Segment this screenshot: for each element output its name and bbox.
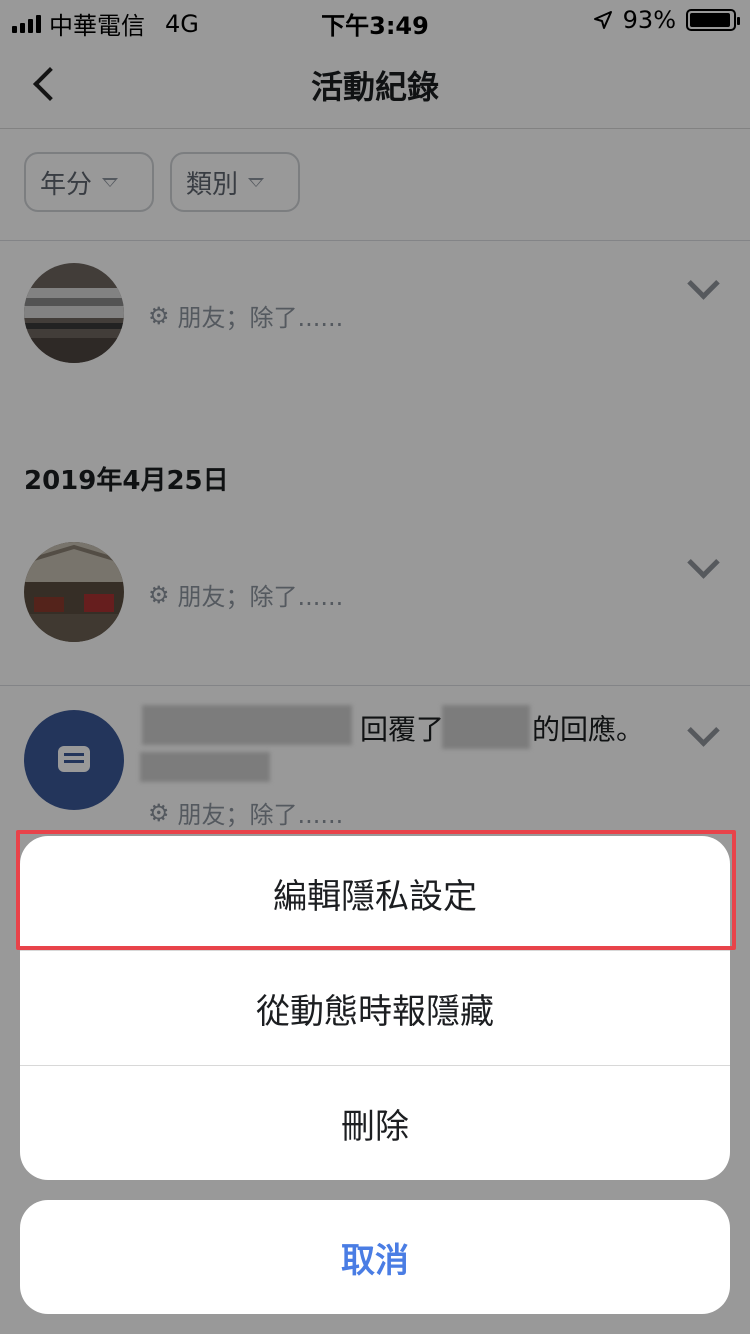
delete-button[interactable]: 刪除: [20, 1066, 730, 1180]
highlight-box: [16, 830, 736, 950]
cancel-button[interactable]: 取消: [20, 1200, 730, 1314]
hide-from-timeline-button[interactable]: 從動態時報隱藏: [20, 951, 730, 1065]
